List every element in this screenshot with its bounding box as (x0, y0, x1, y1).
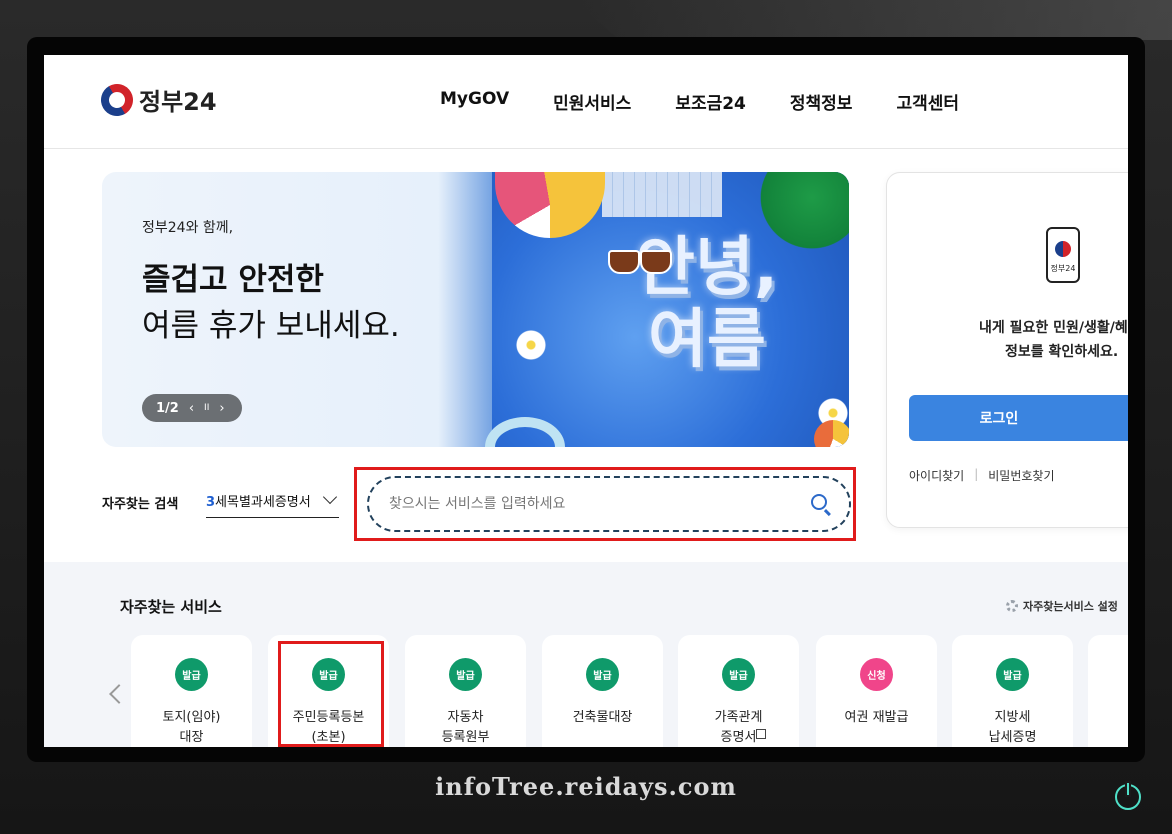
banner-subtitle: 정부24와 함께, (142, 220, 234, 236)
services-title: 자주찾는 서비스 (120, 598, 222, 616)
pool-tiles (602, 172, 722, 217)
logo-text: 정부24 (139, 88, 217, 116)
service-card-land-register[interactable]: 발급 토지(임야) 대장 (131, 635, 252, 747)
pager-next-button[interactable]: › (219, 401, 224, 416)
chevron-down-icon (322, 489, 338, 505)
find-id-link[interactable]: 아이디찾기 (909, 467, 964, 484)
service-card-passport-reissue[interactable]: 신청 여권 재발급 (816, 635, 937, 747)
frequent-search-value: 세목별과세증명서 (215, 495, 311, 510)
login-button[interactable]: 로그인 (909, 395, 1128, 441)
service-card-local-tax[interactable]: 발급 지방세 납세증명 (952, 635, 1073, 747)
service-label: 가족관계 증명서 (714, 710, 763, 745)
site-header: 정부24 MyGOV 민원서비스 보조금24 정책정보 고객센터 (44, 55, 1128, 149)
watermark-brand: infoTree.reidays.com (435, 772, 737, 801)
service-badge: 발급 (722, 658, 755, 691)
frequent-search-label: 자주찾는 검색 (102, 497, 179, 512)
login-message-line1: 내게 필요한 민원/생활/혜 (979, 320, 1128, 336)
frequent-search-rank: 3 (206, 495, 216, 510)
phone-label: 정부24 (1050, 264, 1076, 273)
service-card-building-register[interactable]: 발급 건축물대장 (542, 635, 663, 747)
banner-title-line2: 여름 휴가 보내세요. (142, 308, 400, 344)
nav-policy-info[interactable]: 정책정보 (790, 89, 853, 114)
service-label: 여권 재발급 (844, 710, 909, 725)
service-label: 건축물대장 (572, 710, 633, 725)
nav-mygov[interactable]: MyGOV (440, 89, 509, 114)
banner-pager: 1/2 ‹ II › (142, 394, 242, 422)
site-logo[interactable]: 정부24 (95, 77, 217, 122)
nav-civil-service[interactable]: 민원서비스 (553, 89, 631, 114)
service-badge: 발급 (449, 658, 482, 691)
service-highlight-box (278, 641, 384, 747)
external-link-icon (756, 729, 766, 739)
gear-icon (1006, 600, 1018, 612)
hero-banner[interactable]: 안녕, 여름 정부24와 함께, 즐겁고 안전한 여름 휴가 보내세요. 1/2… (102, 172, 849, 447)
taegeuk-logo-icon (95, 77, 139, 122)
services-setting-label: 자주찾는서비스 설정 (1023, 600, 1118, 613)
find-password-link[interactable]: 비밀번호찾기 (988, 467, 1054, 484)
flower-image (516, 330, 546, 360)
search-bar (367, 476, 851, 532)
nav-customer-center[interactable]: 고객센터 (896, 89, 959, 114)
small-ball-image (814, 420, 849, 447)
service-badge: 발급 (175, 658, 208, 691)
login-panel: 정부24 내게 필요한 민원/생활/혜 정보를 확인하세요. 로그인 아이디찾기… (886, 172, 1128, 528)
login-links: 아이디찾기 | 비밀번호찾기 (909, 467, 1055, 484)
power-icon[interactable] (1115, 783, 1141, 810)
link-divider: | (974, 467, 979, 481)
frequent-search-select[interactable]: 3세목별과세증명서 (206, 489, 339, 518)
monitor-glare (572, 0, 1172, 40)
service-card-vehicle-register[interactable]: 발급 자동차 등록원부 (405, 635, 526, 747)
service-card-partial[interactable] (1088, 635, 1128, 747)
service-badge: 신청 (860, 658, 893, 691)
service-label: 자동차 등록원부 (441, 710, 490, 745)
main-nav: MyGOV 민원서비스 보조금24 정책정보 고객센터 (440, 89, 1003, 114)
browser-screen: 정부24 MyGOV 민원서비스 보조금24 정책정보 고객센터 안녕, 여름 … (44, 55, 1128, 747)
services-setting-button[interactable]: 자주찾는서비스 설정 (1006, 598, 1118, 614)
pager-index: 1/2 (156, 400, 179, 416)
taegeuk-mini-icon (1055, 241, 1071, 257)
service-label: 지방세 납세증명 (988, 710, 1037, 745)
service-badge: 발급 (996, 658, 1029, 691)
nav-subsidy24[interactable]: 보조금24 (675, 89, 746, 114)
sunglasses-image (608, 250, 672, 274)
mobile-phone-icon: 정부24 (1046, 227, 1080, 283)
pager-prev-button[interactable]: ‹ (189, 401, 194, 416)
search-input[interactable] (387, 495, 791, 513)
carousel-prev-icon[interactable] (109, 684, 129, 704)
service-label: 토지(임야) 대장 (162, 710, 221, 745)
banner-title-line1: 즐겁고 안전한 (142, 262, 324, 298)
pager-pause-button[interactable]: II (204, 403, 209, 413)
frequent-services-section: 자주찾는 서비스 자주찾는서비스 설정 발급 토지(임야) 대장 발급 주민등록… (44, 562, 1128, 747)
service-card-family-relation[interactable]: 발급 가족관계 증명서 (678, 635, 799, 747)
login-message-line2: 정보를 확인하세요. (1005, 344, 1119, 360)
search-icon[interactable] (811, 494, 827, 510)
service-badge: 발급 (586, 658, 619, 691)
